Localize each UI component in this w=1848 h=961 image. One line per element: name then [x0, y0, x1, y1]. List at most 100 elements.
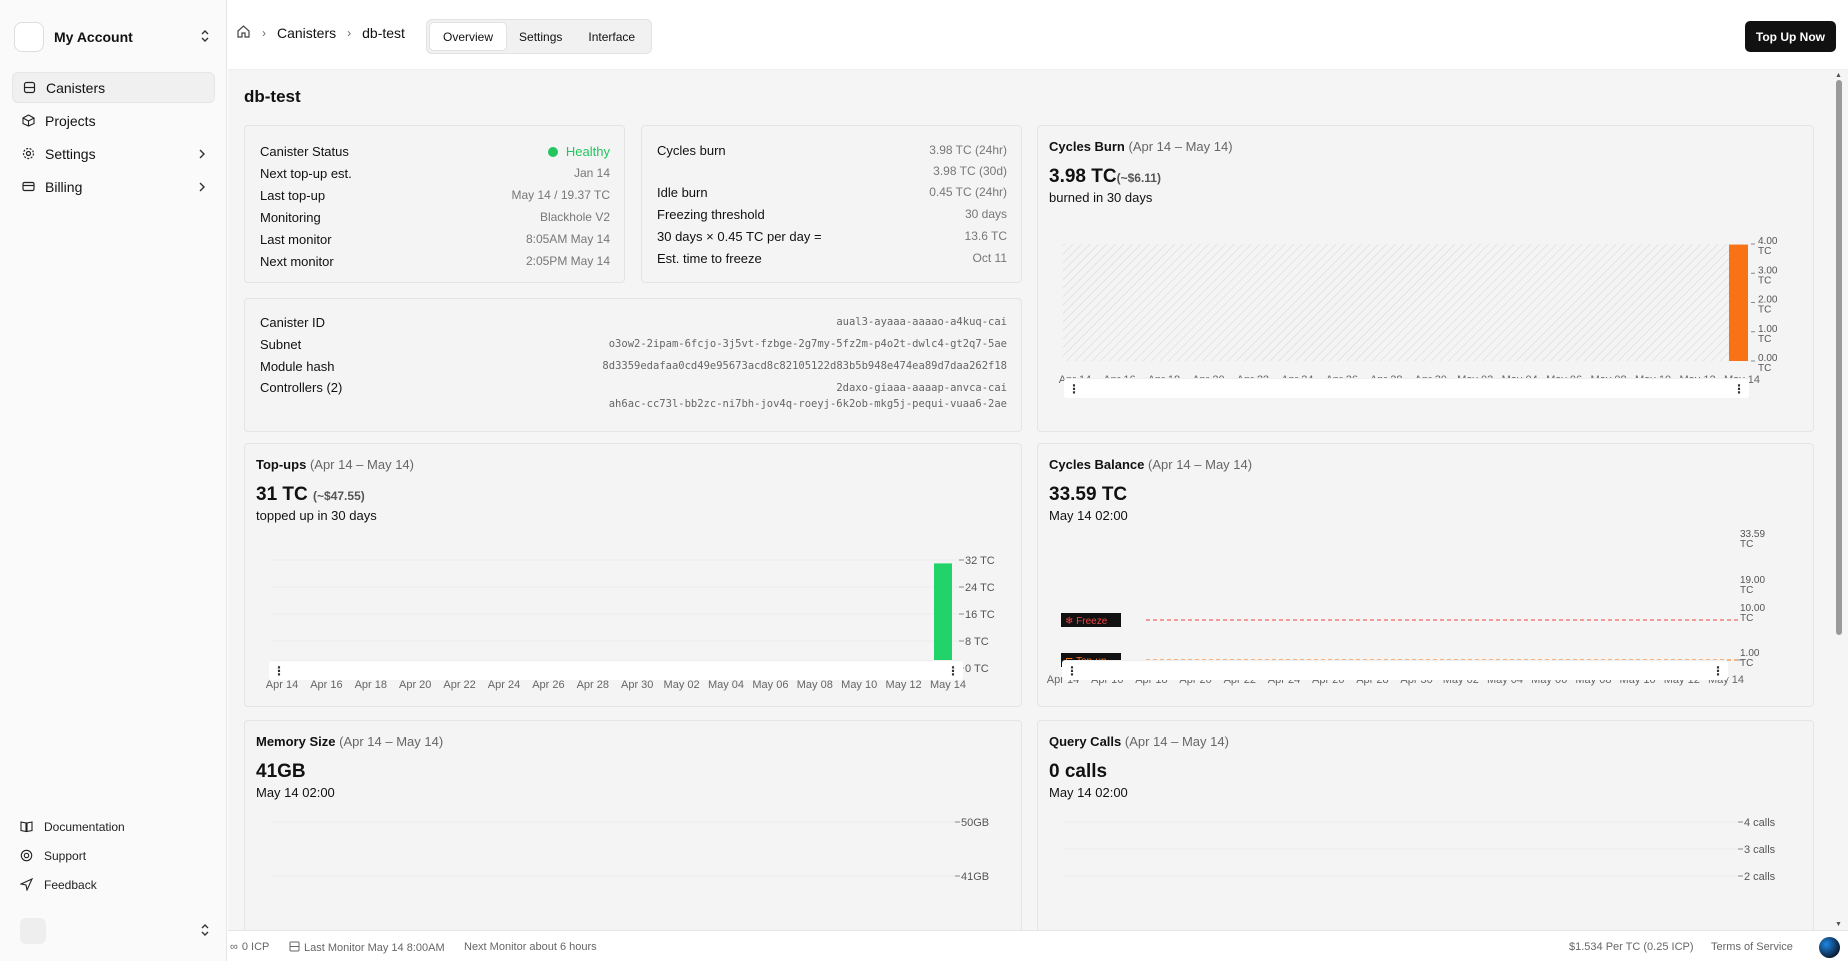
y-tick-label: 41GB: [961, 871, 989, 883]
main-scrollbar[interactable]: ▲ ▼: [1832, 70, 1848, 930]
scroll-up-icon[interactable]: ▲: [1835, 72, 1842, 79]
tab-overview[interactable]: Overview: [430, 23, 507, 50]
kv-label: Next monitor: [260, 253, 334, 269]
user-avatar: [20, 918, 46, 944]
terms-of-service-link[interactable]: Terms of Service: [1711, 941, 1793, 953]
query-calls-card: Query Calls (Apr 14 – May 14) 0 calls Ma…: [1037, 720, 1814, 930]
documentation-label: Documentation: [44, 819, 125, 834]
y-tick-label: 2 calls: [1744, 871, 1776, 883]
x-tick-label: May 08: [797, 679, 833, 691]
sidebar-footer-nav: Documentation Support Feedback: [20, 812, 210, 899]
range-handle-right-icon[interactable]: ⋮: [947, 664, 959, 678]
kv-row: Next top-up est. Jan 14: [260, 162, 610, 184]
canister-id-value: aual3-ayaaa-aaaao-a4kuq-cai: [836, 316, 1007, 328]
x-tick-label: May 10: [841, 679, 877, 691]
breadcrumb-canisters[interactable]: Canisters: [277, 25, 336, 41]
view-tabs: Overview Settings Interface: [426, 19, 653, 54]
kv-label: Cycles burn: [657, 142, 726, 158]
y-tick-label: 1.00 TC: [1758, 324, 1778, 345]
kv-value: Jan 14: [573, 166, 610, 180]
account-name: My Account: [54, 29, 133, 45]
y-tick-label: 16 TC: [965, 609, 995, 621]
sidebar-item-settings[interactable]: Settings: [12, 138, 215, 169]
home-icon[interactable]: [236, 24, 251, 42]
kv-row: Monitoring Blackhole V2: [260, 206, 610, 228]
module-hash-value: 8d3359edafaa0cd49e95673acd8c82105122d83b…: [602, 360, 1007, 372]
status-dot: [547, 147, 558, 158]
cycle-price: $1.534 Per TC (0.25 ICP): [1569, 941, 1694, 953]
chart-bar: [934, 563, 952, 668]
kv-label: Freezing threshold: [657, 206, 765, 222]
sidebar-item-projects[interactable]: Projects: [12, 105, 215, 136]
kv-row: Module hash 8d3359edafaa0cd49e95673acd8c8…: [260, 355, 1007, 377]
x-tick-label: May 06: [752, 679, 788, 691]
feedback-link[interactable]: Feedback: [20, 870, 210, 899]
tab-settings[interactable]: Settings: [506, 23, 575, 50]
y-tick-label: 2.00 TC: [1758, 295, 1778, 316]
freeze-marker-label: ❄ Freeze: [1065, 616, 1108, 627]
kv-label: Idle burn: [657, 184, 708, 200]
topups-card: Top-ups (Apr 14 – May 14) 31 TC (~$47.55…: [244, 443, 1022, 707]
gear-icon: [21, 147, 35, 161]
x-tick-label: May 02: [664, 679, 700, 691]
range-handle-left-icon[interactable]: ⋮: [1066, 664, 1078, 678]
y-tick-label: 0 TC: [965, 663, 989, 675]
scrollbar-thumb[interactable]: [1836, 80, 1842, 635]
main-content: db-test Canister Status Healthy Next top…: [228, 70, 1832, 930]
status-badge: Healthy: [547, 144, 610, 159]
kv-label: Controllers (2): [260, 380, 343, 395]
kv-row: Freezing threshold 30 days: [657, 203, 1007, 225]
range-slider[interactable]: ⋮ ⋮: [1062, 660, 1728, 680]
range-handle-left-icon[interactable]: ⋮: [1068, 382, 1080, 396]
range-slider[interactable]: ⋮ ⋮: [1064, 378, 1749, 398]
cycles-burn-card: Cycles Burn (Apr 14 – May 14) 3.98 TC(~$…: [1037, 125, 1814, 432]
sidebar: My Account Canisters Projects Settings B: [0, 0, 227, 961]
memory-size-chart: 50GB 41GB: [271, 817, 989, 883]
controller-id: ah6ac-cc73l-bb2zc-ni7bh-jov4q-roeyj-6k2o…: [608, 398, 1007, 410]
range-handle-right-icon[interactable]: ⋮: [1712, 664, 1724, 678]
breadcrumb: › Canisters › db-test: [236, 24, 405, 42]
icp-balance-value: 0 ICP: [241, 941, 270, 953]
feedback-label: Feedback: [44, 877, 97, 892]
x-tick-label: Apr 20: [399, 679, 431, 691]
chevron-up-down-icon: [200, 923, 210, 940]
x-tick-label: Apr 28: [577, 679, 609, 691]
scroll-down-icon[interactable]: ▼: [1835, 921, 1842, 928]
kv-row: Idle burn 0.45 TC (24hr): [657, 181, 1007, 203]
kv-row: 3.98 TC (30d): [657, 161, 1007, 181]
tab-interface[interactable]: Interface: [575, 23, 648, 50]
kv-value: Oct 11: [972, 251, 1007, 265]
icp-balance: ∞ 0 ICP: [230, 941, 269, 953]
support-link[interactable]: Support: [20, 841, 210, 870]
last-monitor-text: Last Monitor May 14 8:00AM: [304, 942, 445, 954]
kv-label: Last monitor: [260, 231, 332, 247]
kv-row: Est. time to freeze Oct 11: [657, 247, 1007, 269]
support-label: Support: [44, 848, 87, 863]
kv-label: Canister Status: [260, 143, 349, 159]
documentation-link[interactable]: Documentation: [20, 812, 210, 841]
sidebar-item-label: Projects: [45, 112, 96, 129]
account-switcher[interactable]: My Account: [14, 20, 210, 54]
kv-label: Canister ID: [260, 314, 326, 330]
top-up-now-button[interactable]: Top Up Now: [1744, 21, 1836, 52]
range-handle-left-icon[interactable]: ⋮: [273, 664, 285, 678]
memory-size-card: Memory Size (Apr 14 – May 14) 41GB May 1…: [244, 720, 1022, 930]
range-handle-right-icon[interactable]: ⋮: [1733, 382, 1745, 396]
sidebar-item-canisters[interactable]: Canisters: [12, 72, 215, 103]
kv-label: Next top-up est.: [260, 165, 352, 181]
y-tick-label: 4.00 TC: [1758, 236, 1778, 257]
y-tick-label: 33.59 TC: [1740, 529, 1765, 550]
y-tick-label: 0.00 TC: [1758, 353, 1778, 374]
user-switcher[interactable]: [20, 918, 210, 944]
x-tick-label: Apr 14: [266, 679, 298, 691]
x-tick-label: Apr 24: [488, 679, 520, 691]
y-tick-label: 10.00 TC: [1740, 603, 1765, 624]
x-tick-label: May 04: [708, 679, 744, 691]
network-status-icon[interactable]: [1819, 937, 1840, 958]
sidebar-item-billing[interactable]: Billing: [12, 171, 215, 202]
kv-row: Next monitor 2:05PM May 14: [260, 250, 610, 272]
kv-value: 0.45 TC (24hr): [929, 185, 1007, 199]
range-slider[interactable]: ⋮ ⋮: [269, 660, 963, 680]
cycles-balance-card: Cycles Balance (Apr 14 – May 14) 33.59 T…: [1037, 443, 1814, 707]
credit-card-icon: [21, 180, 35, 194]
